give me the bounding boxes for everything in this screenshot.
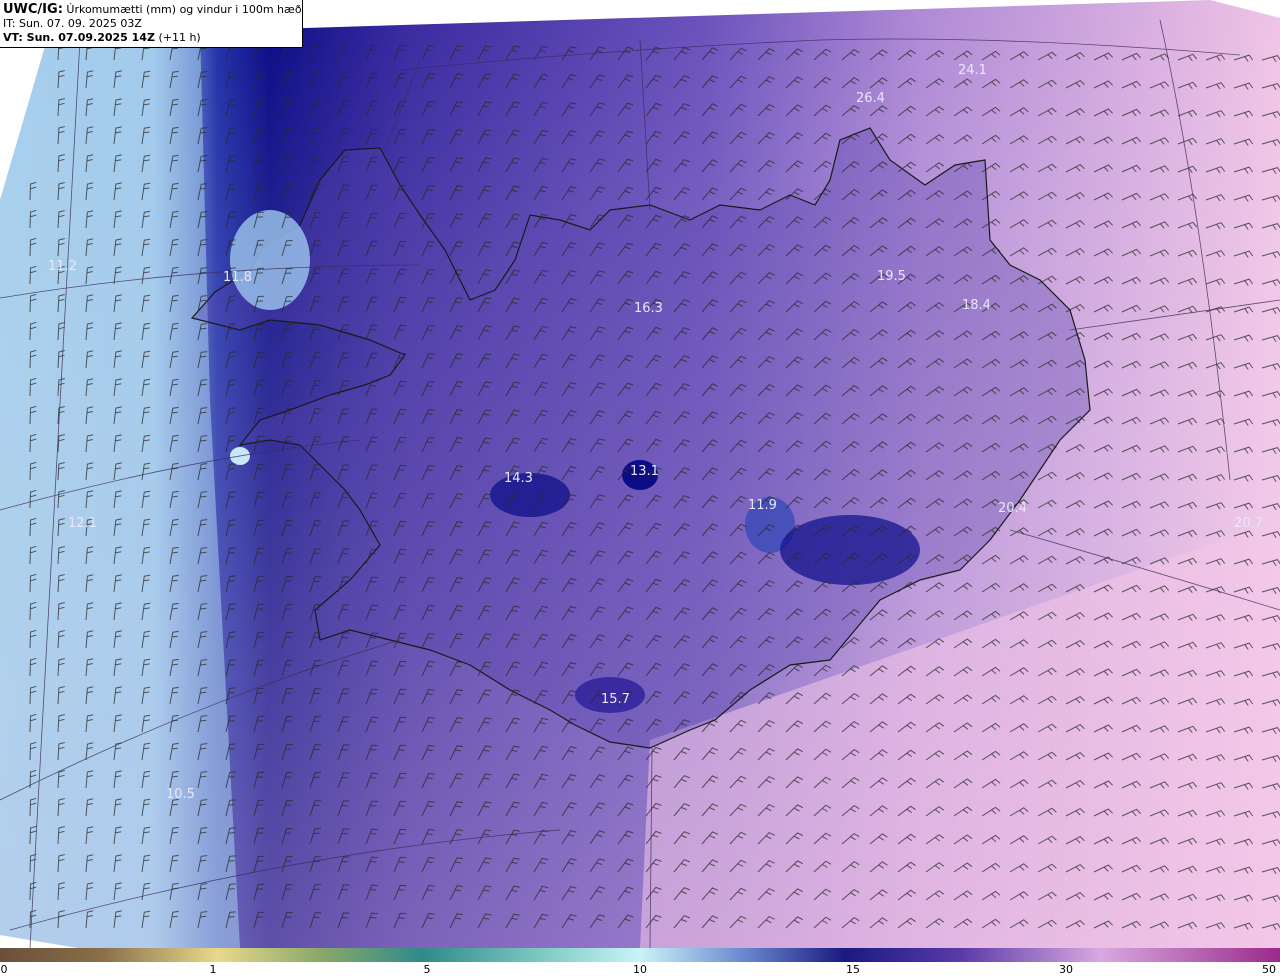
colorbar-tick: 1 bbox=[209, 963, 217, 976]
weather-map: 24.1 26.4 19.5 18.4 11.8 16.3 14.3 13.1 … bbox=[0, 0, 1280, 948]
value-label: 11.2 bbox=[48, 259, 77, 274]
colorbar-tick: 0 bbox=[0, 963, 8, 976]
value-label: 11.8 bbox=[223, 270, 252, 285]
field-description: Úrkomumætti (mm) og vindur i 100m hæð bbox=[66, 3, 302, 16]
title-line: UWC/IG: Úrkomumætti (mm) og vindur i 100… bbox=[3, 3, 302, 17]
southeast-dark-area bbox=[780, 515, 920, 585]
value-label: 19.5 bbox=[877, 269, 906, 284]
colorbar-tick: 50 bbox=[1262, 963, 1276, 976]
issue-time: IT: Sun. 07. 09. 2025 03Z bbox=[3, 17, 142, 30]
value-label: 12.1 bbox=[68, 516, 97, 531]
value-label: 14.3 bbox=[504, 471, 533, 486]
value-label: 20.4 bbox=[998, 501, 1027, 516]
valid-time: VT: Sun. 07.09.2025 14Z bbox=[3, 31, 155, 44]
colorbar-labels: 0 1 5 10 15 30 50 bbox=[0, 962, 1280, 978]
colorbar-tick: 10 bbox=[633, 963, 647, 976]
colorbar-tick: 30 bbox=[1059, 963, 1073, 976]
value-label: 18.4 bbox=[962, 298, 991, 313]
colorbar-tick: 15 bbox=[846, 963, 860, 976]
value-label: 15.7 bbox=[601, 692, 630, 707]
value-label: 16.3 bbox=[634, 301, 663, 316]
value-label: 13.1 bbox=[630, 464, 659, 479]
value-label: 10.5 bbox=[166, 787, 195, 802]
colorbar-gradient bbox=[0, 948, 1280, 962]
westfjord-bright-area bbox=[230, 210, 310, 310]
value-label: 11.9 bbox=[748, 498, 777, 513]
forecast-offset: (+11 h) bbox=[158, 31, 201, 44]
map-info-box: UWC/IG: Úrkomumætti (mm) og vindur i 100… bbox=[0, 0, 303, 48]
value-label: 24.1 bbox=[958, 63, 987, 78]
valid-time-line: VT: Sun. 07.09.2025 14Z (+11 h) bbox=[3, 31, 302, 45]
model-source: UWC/IG: bbox=[3, 2, 63, 17]
value-label: 20.7 bbox=[1234, 516, 1263, 531]
colorbar-tick: 5 bbox=[423, 963, 431, 976]
colorbar bbox=[0, 948, 1280, 962]
value-label: 26.4 bbox=[856, 91, 885, 106]
map-stage: 24.1 26.4 19.5 18.4 11.8 16.3 14.3 13.1 … bbox=[0, 0, 1280, 978]
